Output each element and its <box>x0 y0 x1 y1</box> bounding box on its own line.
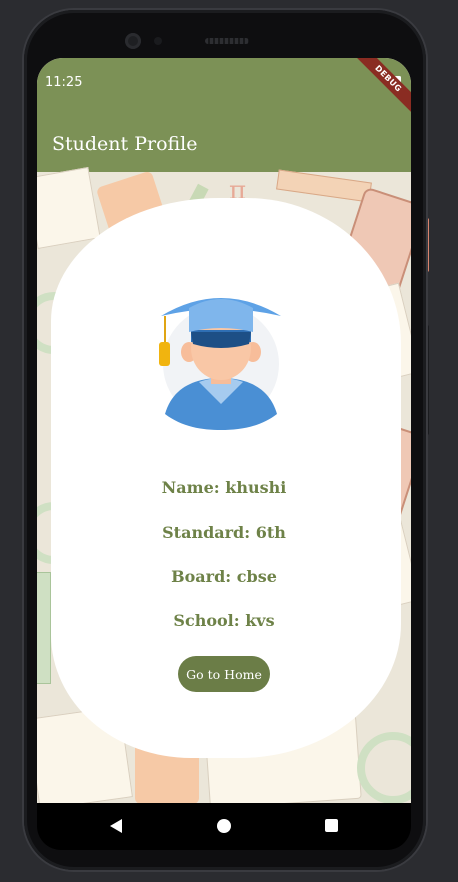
student-standard: Standard: 6th <box>162 523 286 542</box>
app-bar: 11:25 DEBUG Student Profile <box>37 58 411 172</box>
go-to-home-button[interactable]: Go to Home <box>178 656 270 692</box>
page-title: Student Profile <box>52 133 198 155</box>
student-name: Name: khushi <box>161 478 287 497</box>
recents-square-icon[interactable] <box>325 819 338 832</box>
ruler-doodle <box>276 169 372 203</box>
debug-banner: DEBUG <box>351 58 411 116</box>
app-screen: 11:25 DEBUG Student Profile π Name: khus… <box>37 58 411 803</box>
home-circle-icon[interactable] <box>217 819 231 833</box>
proximity-sensor <box>154 37 162 45</box>
student-board: Board: cbse <box>171 567 277 586</box>
system-navigation-bar <box>37 803 411 850</box>
device-stage: 11:25 DEBUG Student Profile π Name: khus… <box>0 0 458 882</box>
back-triangle-icon[interactable] <box>110 819 122 833</box>
status-time: 11:25 <box>45 75 83 90</box>
math-paper-doodle <box>37 166 101 250</box>
earpiece-speaker <box>205 38 249 44</box>
graduate-avatar-icon <box>155 282 285 430</box>
front-camera <box>125 33 141 49</box>
student-school: School: kvs <box>173 611 275 630</box>
protractor-doodle-3 <box>357 732 411 803</box>
